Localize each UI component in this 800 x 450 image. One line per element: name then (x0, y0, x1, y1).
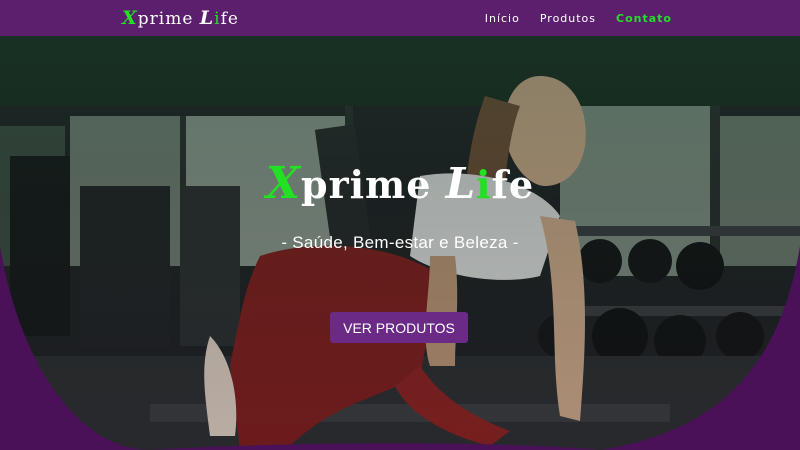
nav-link-contato[interactable]: Contato (616, 12, 672, 25)
hero-subtitle: - Saúde, Bem-estar e Beleza - (281, 233, 519, 252)
ver-produtos-button[interactable]: VER PRODUTOS (330, 312, 468, 343)
nav-link-inicio[interactable]: Início (485, 12, 520, 25)
brand-text-prime: prime (137, 9, 200, 29)
nav-link-produtos[interactable]: Produtos (540, 12, 596, 25)
hero-title-prime: prime (301, 162, 446, 207)
brand-letter-x: X (122, 7, 138, 29)
navbar: Xprime Life Início Produtos Contato (0, 0, 800, 36)
hero-title-x: X (265, 158, 301, 209)
brand-text-fe: fe (220, 9, 239, 29)
brand-logo[interactable]: Xprime Life (122, 7, 239, 29)
hero-title-i: i (476, 162, 492, 207)
hero-title: Xprime Life (0, 158, 800, 209)
brand-letter-l: L (199, 7, 215, 29)
hero-section: Xprime Life - Saúde, Bem-estar e Beleza … (0, 36, 800, 450)
nav-links: Início Produtos Contato (485, 12, 672, 25)
hero-title-l: L (445, 159, 477, 208)
hero-title-fe: fe (491, 162, 535, 207)
